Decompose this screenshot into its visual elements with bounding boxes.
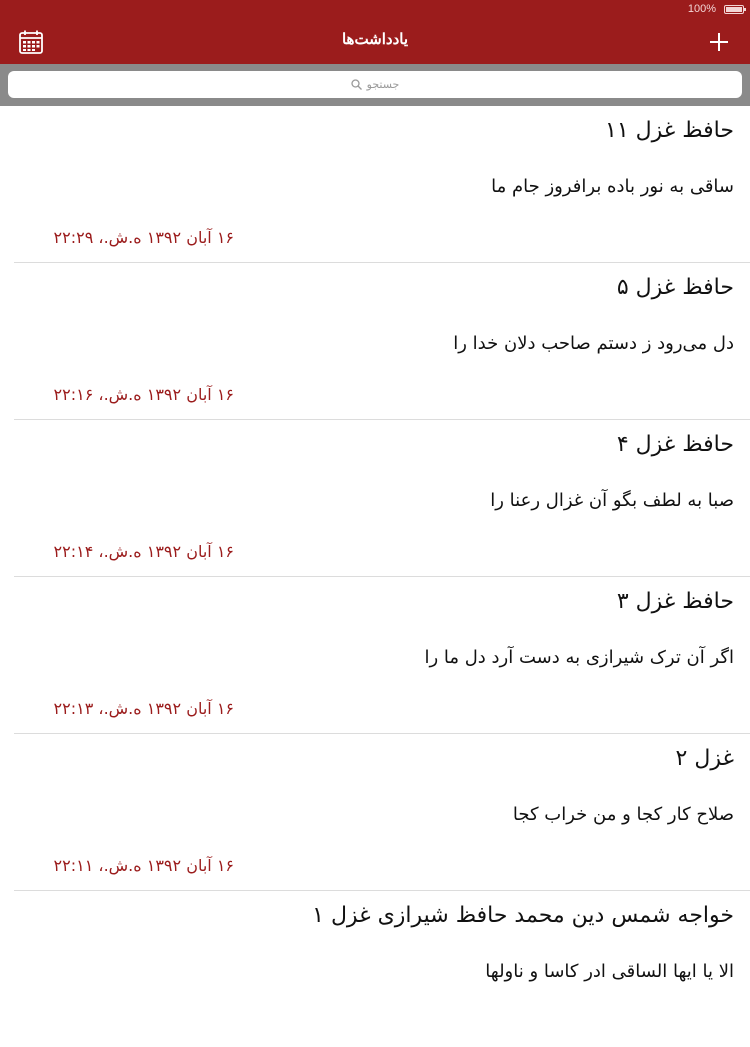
- search-icon: [350, 79, 362, 90]
- note-preview: اگر آن ترک شیرازی به دست آرد دل ما را: [424, 647, 734, 668]
- search-placeholder: جستجو: [366, 78, 400, 91]
- list-item[interactable]: خواجه شمس دین محمد حافظ شیرازی غزل ۱ الا…: [14, 891, 750, 1047]
- note-date: ۱۶ آبان ۱۳۹۲ ه.ش.، ۲۲:۱۳: [53, 699, 234, 718]
- note-preview: صلاح کار کجا و من خراب کجا: [512, 804, 734, 825]
- note-preview: صبا به لطف بگو آن غزال رعنا را: [490, 490, 734, 511]
- note-preview: دل می‌رود ز دستم صاحب دلان خدا را: [453, 333, 734, 354]
- add-note-button[interactable]: [706, 29, 732, 55]
- note-date: ۱۶ آبان ۱۳۹۲ ه.ش.، ۲۲:۱۶: [53, 385, 234, 404]
- note-title: حافظ غزل ۵: [616, 275, 734, 300]
- note-preview: الا یا ایها الساقی ادر کاسا و ناولها: [485, 961, 734, 982]
- note-date: ۱۶ آبان ۱۳۹۲ ه.ش.، ۲۲:۱۱: [53, 856, 234, 875]
- note-date: ۱۶ آبان ۱۳۹۲ ه.ش.، ۲۲:۲۹: [53, 228, 234, 247]
- search-input[interactable]: جستجو: [8, 71, 742, 98]
- note-title: خواجه شمس دین محمد حافظ شیرازی غزل ۱: [312, 903, 734, 928]
- list-item[interactable]: حافظ غزل ۴ صبا به لطف بگو آن غزال رعنا ر…: [14, 420, 750, 577]
- list-item[interactable]: حافظ غزل ۳ اگر آن ترک شیرازی به دست آرد …: [14, 577, 750, 734]
- navigation-bar: یادداشت‌ها: [0, 20, 750, 64]
- battery-icon: [724, 5, 746, 14]
- list-item[interactable]: حافظ غزل ۵ دل می‌رود ز دستم صاحب دلان خد…: [14, 263, 750, 420]
- note-title: حافظ غزل ۱۱: [605, 118, 734, 143]
- notes-list: حافظ غزل ۱۱ ساقی به نور باده برافروز جام…: [0, 106, 750, 1047]
- status-bar: 100%: [0, 0, 750, 20]
- note-title: حافظ غزل ۳: [616, 589, 734, 614]
- search-bar: جستجو: [0, 64, 750, 106]
- battery-percentage: 100%: [687, 3, 716, 15]
- note-title: غزل ۲: [675, 746, 734, 771]
- note-title: حافظ غزل ۴: [616, 432, 734, 457]
- plus-icon: [710, 33, 728, 51]
- note-preview: ساقی به نور باده برافروز جام ما: [491, 176, 734, 197]
- note-date: ۱۶ آبان ۱۳۹۲ ه.ش.، ۲۲:۱۴: [53, 542, 234, 561]
- list-item[interactable]: حافظ غزل ۱۱ ساقی به نور باده برافروز جام…: [14, 106, 750, 263]
- page-title: یادداشت‌ها: [341, 30, 409, 48]
- list-item[interactable]: غزل ۲ صلاح کار کجا و من خراب کجا ۱۶ آبان…: [14, 734, 750, 891]
